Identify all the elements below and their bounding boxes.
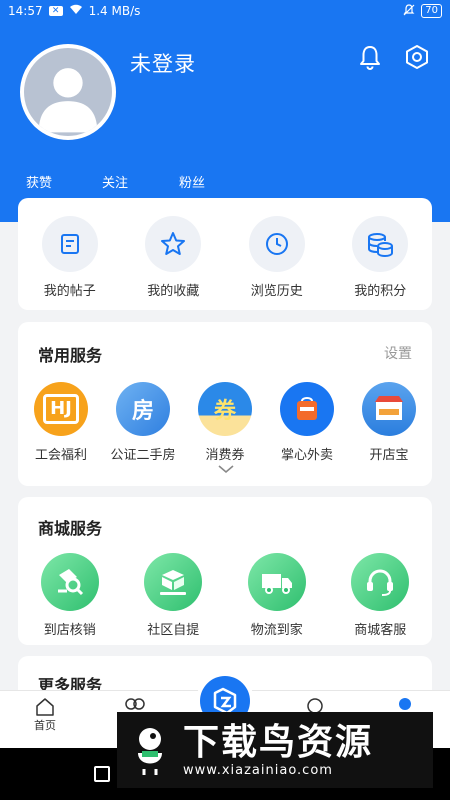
profile-header: 未登录 获赞 关注 粉丝 bbox=[0, 22, 450, 222]
battery-indicator: 70 bbox=[421, 4, 442, 18]
tab-label: 首页 bbox=[34, 719, 56, 732]
mall-item-delivery[interactable]: 物流到家 bbox=[225, 553, 329, 638]
mute-bell-icon bbox=[403, 3, 415, 19]
mall-item-support[interactable]: 商城客服 bbox=[329, 553, 433, 638]
bell-icon[interactable] bbox=[355, 42, 385, 72]
section-title: 商城服务 bbox=[38, 519, 103, 538]
mall-item-verify[interactable]: 到店核销 bbox=[18, 553, 122, 638]
quick-item-posts[interactable]: 我的帖子 bbox=[18, 216, 122, 299]
service-takeout[interactable]: 掌心外卖 bbox=[266, 382, 348, 463]
status-time: 14:57 bbox=[8, 4, 43, 18]
mall-item-pickup[interactable]: 社区自提 bbox=[122, 553, 226, 638]
mall-item-label: 社区自提 bbox=[147, 623, 200, 638]
chevron-down-icon[interactable] bbox=[217, 464, 235, 474]
service-union-benefits[interactable]: HJ 工会福利 bbox=[20, 382, 102, 463]
verify-icon bbox=[40, 553, 99, 611]
shop-icon bbox=[362, 382, 416, 436]
service-shop-helper[interactable]: 开店宝 bbox=[348, 382, 430, 463]
section-title: 常用服务 bbox=[38, 346, 103, 365]
takeout-bag-icon bbox=[280, 382, 334, 436]
coins-icon bbox=[352, 216, 409, 272]
tab-community[interactable] bbox=[105, 697, 165, 713]
service-label: 开店宝 bbox=[369, 448, 409, 463]
watermark-url: www.xiazainiao.com bbox=[183, 762, 333, 778]
quick-actions-card: 我的帖子 我的收藏 浏览历史 我的积分 bbox=[18, 198, 432, 310]
profile-dot-icon bbox=[399, 698, 411, 710]
coupon-icon: 券 bbox=[198, 382, 252, 436]
stat-fans[interactable]: 粉丝 bbox=[179, 172, 205, 191]
tab-home[interactable]: 首页 bbox=[15, 697, 75, 733]
service-badge: HJ bbox=[43, 394, 79, 424]
clock-icon bbox=[248, 216, 305, 272]
truck-icon bbox=[247, 553, 306, 611]
quick-item-favorites[interactable]: 我的收藏 bbox=[122, 216, 226, 299]
recent-apps-icon[interactable] bbox=[94, 766, 110, 782]
mall-item-label: 物流到家 bbox=[250, 623, 303, 638]
quick-item-history[interactable]: 浏览历史 bbox=[225, 216, 329, 299]
stat-following[interactable]: 关注 bbox=[102, 172, 128, 191]
mall-item-label: 商城客服 bbox=[354, 623, 407, 638]
bird-logo-icon bbox=[127, 722, 175, 778]
watermark: 下载鸟资源 www.xiazainiao.com bbox=[117, 712, 433, 788]
union-benefits-icon: HJ bbox=[34, 382, 88, 436]
service-notary-house[interactable]: 房 公证二手房 bbox=[102, 382, 184, 463]
house-icon: 房 bbox=[116, 382, 170, 436]
avatar[interactable] bbox=[20, 44, 116, 140]
service-label: 消费券 bbox=[205, 448, 245, 463]
services-settings-link[interactable]: 设置 bbox=[384, 343, 412, 363]
notification-x-icon: ✕ bbox=[48, 6, 63, 16]
login-status[interactable]: 未登录 bbox=[130, 48, 196, 78]
network-speed: 1.4 MB/s bbox=[88, 4, 141, 18]
service-coupons[interactable]: 券 消费券 bbox=[184, 382, 266, 463]
status-bar: 14:57 ✕ 1.4 MB/s 70 bbox=[0, 0, 450, 22]
post-icon bbox=[41, 216, 98, 272]
settings-hex-icon[interactable] bbox=[402, 42, 432, 72]
service-label: 工会福利 bbox=[34, 448, 87, 463]
tab-mine[interactable] bbox=[375, 697, 435, 711]
headset-icon bbox=[351, 553, 410, 611]
mall-item-label: 到店核销 bbox=[43, 623, 96, 638]
package-icon bbox=[144, 553, 203, 611]
star-icon bbox=[145, 216, 202, 272]
quick-item-label: 我的积分 bbox=[354, 284, 407, 299]
quick-item-points[interactable]: 我的积分 bbox=[329, 216, 433, 299]
default-avatar-icon bbox=[38, 68, 98, 133]
common-services-card: 常用服务 设置 HJ 工会福利 房 公证二手房 券 消费券 掌心外卖 开店宝 bbox=[18, 322, 432, 486]
stat-likes[interactable]: 获赞 bbox=[26, 172, 52, 191]
quick-item-label: 我的收藏 bbox=[147, 284, 200, 299]
watermark-title: 下载鸟资源 bbox=[183, 721, 374, 763]
quick-item-label: 我的帖子 bbox=[43, 284, 96, 299]
service-label: 公证二手房 bbox=[110, 448, 176, 463]
home-icon bbox=[36, 698, 54, 716]
community-icon bbox=[125, 698, 145, 710]
wifi-icon bbox=[69, 4, 83, 18]
quick-item-label: 浏览历史 bbox=[250, 284, 303, 299]
service-label: 掌心外卖 bbox=[280, 448, 333, 463]
service-badge: 券 bbox=[213, 399, 236, 424]
mall-services-card: 商城服务 到店核销 社区自提 物流到家 商城客服 bbox=[18, 497, 432, 645]
service-badge: 房 bbox=[131, 399, 154, 424]
